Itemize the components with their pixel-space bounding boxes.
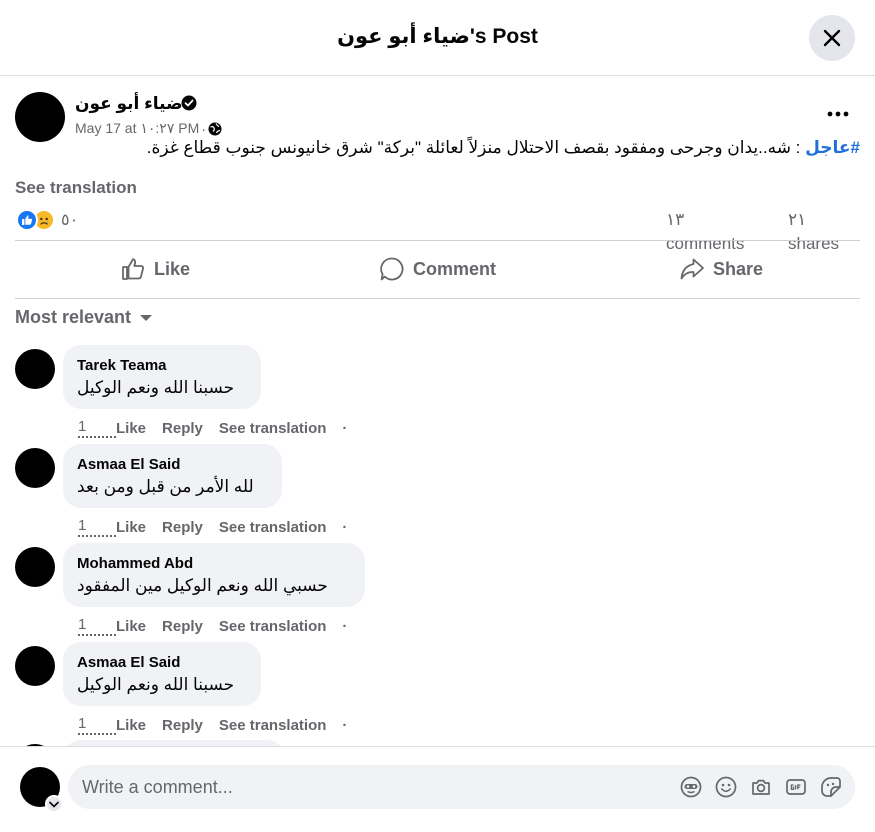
comment-bubble: Mohammed Abd حسبي الله ونعم الوكيل مين ا… [63, 543, 365, 607]
dialog-header: ضياء أبو عون's Post [0, 0, 875, 76]
comment-bubble-icon [380, 257, 404, 281]
comment-button[interactable]: Comment [379, 251, 496, 287]
more-horizontal-icon [827, 111, 849, 117]
like-button[interactable]: Like [120, 251, 190, 287]
post-meta: May 17 at ١٠:٢٧ PM · [75, 120, 222, 137]
comment-dot: · [342, 518, 348, 536]
comment-translate-link[interactable]: See translation [219, 519, 327, 536]
comment-item: Asmaa El Said حسبنا الله ونعم الوكيل 1 L… [0, 642, 875, 744]
comment-actions: 1 Like Reply See translation · [78, 616, 347, 636]
comment-composer [0, 746, 875, 832]
commenter-avatar[interactable] [15, 646, 55, 686]
commenter-name[interactable]: Tarek Teama [77, 357, 247, 374]
close-button[interactable] [809, 15, 855, 61]
comment-sort-dropdown[interactable]: Most relevant [15, 307, 153, 328]
thumbs-up-icon [122, 258, 144, 280]
comment-time[interactable]: 1 [78, 715, 116, 735]
sticker-icon [821, 777, 841, 797]
comment-actions: 1 Like Reply See translation · [78, 715, 347, 735]
gif-icon [786, 779, 806, 795]
comment-bubble: Asmaa El Said لله الأمر من قبل ومن بعد [63, 444, 282, 508]
emoji-button[interactable] [715, 776, 737, 798]
comment-time[interactable]: 1 [78, 616, 116, 636]
comment-translate-link[interactable]: See translation [219, 618, 327, 635]
comment-text: حسبي الله ونعم الوكيل مين المفقود [77, 576, 328, 595]
comment-text: حسبنا الله ونعم الوكيل [77, 378, 235, 397]
comment-translate-link[interactable]: See translation [219, 717, 327, 734]
comment-time[interactable]: 1 [78, 418, 116, 438]
like-reaction-icon [16, 209, 38, 231]
comment-time[interactable]: 1 [78, 517, 116, 537]
comment-dot: · [342, 419, 348, 437]
share-arrow-icon [680, 258, 704, 280]
author-avatar[interactable] [15, 92, 65, 142]
share-button-label: Share [713, 258, 764, 279]
like-button-label: Like [154, 258, 191, 279]
hashtag-link[interactable]: #عاجل [805, 138, 860, 157]
more-options-button[interactable] [822, 103, 854, 125]
comment-reply-link[interactable]: Reply [162, 618, 203, 635]
comment-text: لله الأمر من قبل ومن بعد [77, 477, 254, 496]
caret-down-icon [140, 314, 153, 321]
camera-icon [752, 779, 770, 795]
sort-label: Most relevant [15, 307, 132, 327]
sticker-button[interactable] [820, 776, 842, 798]
commenter-avatar[interactable] [15, 349, 55, 389]
author-name[interactable]: ضياء أبو عون [75, 94, 183, 114]
reactions-count: ٥٠ [61, 212, 79, 229]
comment-like-link[interactable]: Like [116, 717, 146, 734]
comment-bubble: Asmaa El Said حسبنا الله ونعم الوكيل [63, 642, 261, 706]
comment-like-link[interactable]: Like [116, 519, 146, 536]
post-action-bar: Like Comment Share [15, 240, 860, 299]
comment-bubble: Tarek Teama حسبنا الله ونعم الوكيل [63, 345, 261, 409]
comment-actions: 1 Like Reply See translation · [78, 517, 347, 537]
commenter-name[interactable]: Asmaa El Said [77, 456, 268, 473]
commenter-name[interactable]: Asmaa El Said [77, 654, 247, 671]
profile-switch-button[interactable] [45, 795, 63, 813]
comment-like-link[interactable]: Like [116, 420, 146, 437]
comment-dot: · [342, 716, 348, 734]
reactions-summary[interactable]: ٥٠ [16, 209, 78, 231]
chevron-down-icon [49, 801, 59, 808]
meta-separator: · [201, 120, 206, 137]
comment-dot: · [342, 617, 348, 635]
comment-text: حسبنا الله ونعم الوكيل [77, 675, 235, 694]
comment-button-label: Comment [413, 258, 497, 279]
post-text: #عاجل : شه..يدان وجرحى ومفقود بقصف الاحت… [15, 138, 860, 158]
emoji-icon [715, 776, 737, 798]
see-translation-link[interactable]: See translation [15, 178, 137, 198]
globe-icon [208, 122, 222, 135]
comment-item: Tarek Teama حسبنا الله ونعم الوكيل 1 Lik… [0, 345, 875, 447]
comment-reply-link[interactable]: Reply [162, 717, 203, 734]
comment-reply-link[interactable]: Reply [162, 519, 203, 536]
avatar-sticker-icon [680, 776, 702, 798]
composer-tools [680, 776, 842, 798]
comment-actions: 1 Like Reply See translation · [78, 418, 347, 438]
verified-badge-icon [181, 95, 197, 111]
share-button[interactable]: Share [679, 251, 763, 287]
post-date[interactable]: May 17 at ١٠:٢٧ PM [75, 120, 199, 137]
post-content: ضياء أبو عون May 17 at ١٠:٢٧ PM · #عاجل … [0, 76, 875, 746]
gif-button[interactable] [785, 776, 807, 798]
comment-reply-link[interactable]: Reply [162, 420, 203, 437]
avatar-sticker-button[interactable] [680, 776, 702, 798]
comment-like-link[interactable]: Like [116, 618, 146, 635]
post-body-text: : شه..يدان وجرحى ومفقود بقصف الاحتلال من… [146, 138, 806, 157]
commenter-avatar[interactable] [15, 448, 55, 488]
dialog-title: ضياء أبو عون's Post [337, 25, 538, 48]
close-icon [823, 29, 841, 47]
comment-item: Asmaa El Said لله الأمر من قبل ومن بعد 1… [0, 444, 875, 546]
commenter-name[interactable]: Mohammed Abd [77, 555, 351, 572]
photo-button[interactable] [750, 776, 772, 798]
comment-translate-link[interactable]: See translation [219, 420, 327, 437]
commenter-avatar[interactable] [15, 547, 55, 587]
comment-item: Mohammed Abd حسبي الله ونعم الوكيل مين ا… [0, 543, 875, 645]
